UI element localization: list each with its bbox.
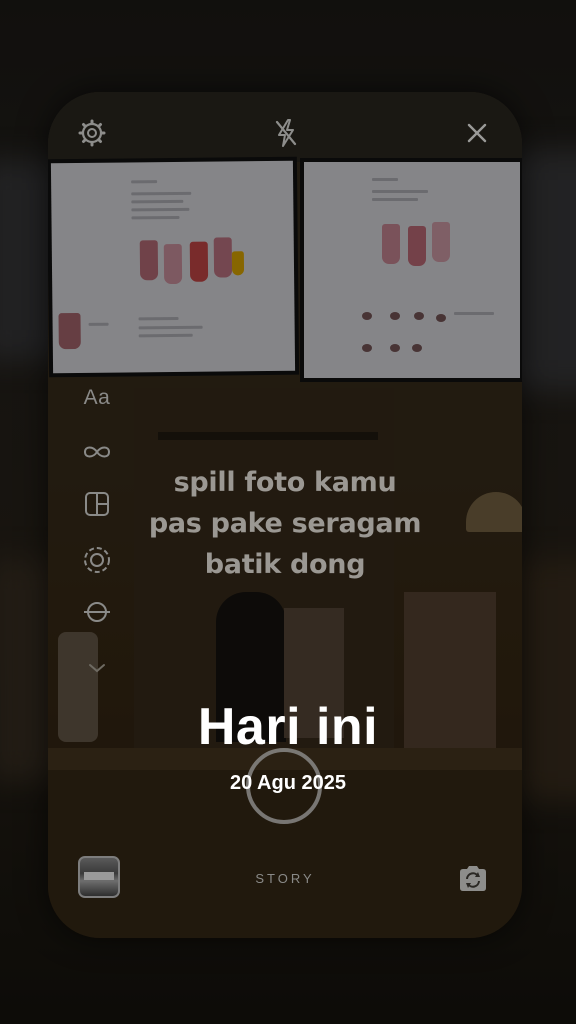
mode-label-story[interactable]: STORY	[200, 871, 370, 886]
gallery-thumbnail[interactable]	[78, 856, 120, 898]
close-icon[interactable]	[461, 117, 493, 149]
level-icon[interactable]	[76, 594, 118, 630]
date-subtitle: 20 Agu 2025	[230, 772, 346, 794]
question-sticker[interactable]: spill foto kamu pas pake seragam batik d…	[110, 462, 460, 585]
date-title: Hari ini	[197, 698, 379, 756]
text-tool-label: Aa	[83, 386, 111, 409]
flash-off-icon[interactable]	[270, 116, 302, 150]
chevron-down-icon[interactable]	[76, 650, 118, 686]
sticker-line: batik dong	[204, 549, 366, 580]
gear-icon[interactable]	[76, 117, 108, 149]
text-tool-button[interactable]: Aa	[76, 380, 118, 416]
sticker-line: spill foto kamu	[173, 467, 397, 498]
sticker-line: pas pake seragam	[148, 508, 422, 539]
thumbnail-image	[84, 872, 114, 880]
flip-camera-icon[interactable]	[456, 864, 490, 894]
